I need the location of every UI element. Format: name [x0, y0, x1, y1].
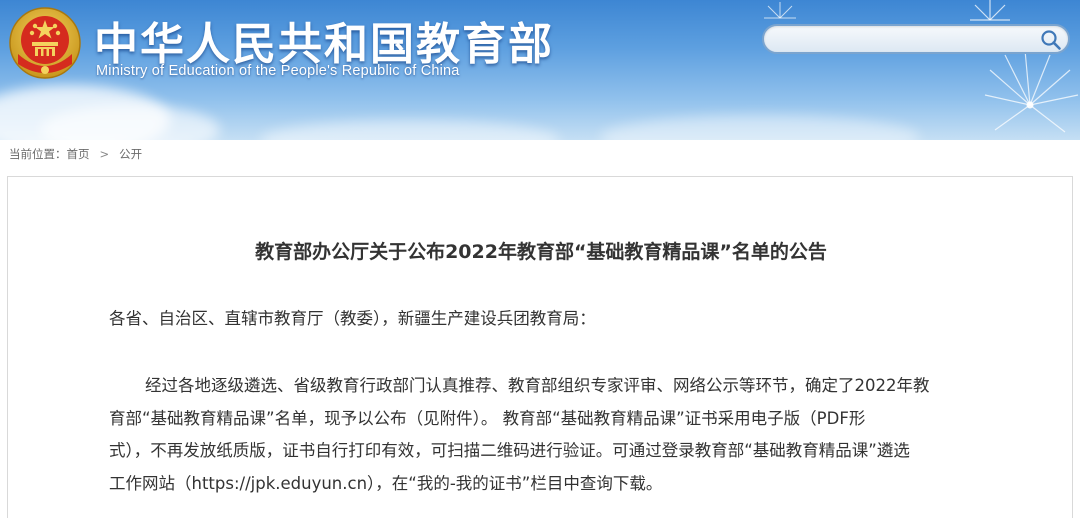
article-panel: 教育部办公厅关于公布2022年教育部“基础教育精品课”名单的公告 各省、自治区、…: [7, 176, 1073, 518]
article-body-line: 育部“基础教育精品课”名单，现予以公布（见附件）。 教育部“基础教育精品课”证书…: [109, 408, 866, 428]
article-body-line: 经过各地逐级遴选、省级教育行政部门认真推荐、教育部组织专家评审、网络公示等环节，…: [145, 376, 930, 395]
article-body: 经过各地逐级遴选、省级教育行政部门认真推荐、教育部组织专家评审、网络公示等环节，…: [109, 370, 989, 500]
breadcrumb: 当前位置：首页 > 公开: [9, 146, 142, 162]
article-title: 教育部办公厅关于公布2022年教育部“基础教育精品课”名单的公告: [255, 241, 827, 263]
breadcrumb-separator: >: [99, 147, 110, 161]
article-greeting: 各省、自治区、直辖市教育厅（教委），新疆生产建设兵团教育局：: [109, 309, 596, 328]
breadcrumb-label: 当前位置：: [9, 147, 67, 161]
search-input[interactable]: [776, 29, 1040, 51]
site-subtitle: Ministry of Education of the People's Re…: [96, 63, 460, 79]
search-icon[interactable]: [1040, 29, 1062, 51]
header-banner: 中华人民共和国教育部 Ministry of Education of the …: [0, 0, 1080, 140]
page: 中华人民共和国教育部 Ministry of Education of the …: [0, 0, 1080, 518]
national-emblem-icon: [9, 7, 81, 79]
cloud-decoration: [600, 115, 920, 140]
breadcrumb-home-link[interactable]: 首页: [67, 146, 90, 162]
article-body-line: 式），不再发放纸质版，证书自行打印有效，可扫描二维码进行验证。可通过登录教育部“…: [109, 441, 910, 460]
article-body-line: 工作网站（https://jpk.eduyun.cn），在“我的-我的证书”栏目…: [109, 473, 663, 493]
dandelion-decoration: [970, 0, 1079, 133]
search-box: [762, 24, 1070, 54]
breadcrumb-public-link[interactable]: 公开: [119, 146, 142, 162]
cloud-decoration: [260, 120, 560, 140]
